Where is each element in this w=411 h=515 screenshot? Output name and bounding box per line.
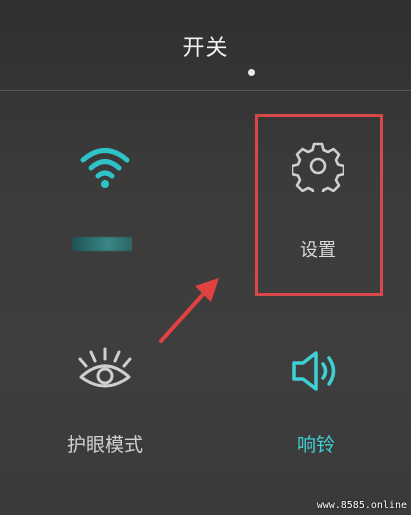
- eye-comfort-label: 护眼模式: [66, 434, 143, 456]
- header-divider: [0, 90, 411, 91]
- eye-comfort-toggle[interactable]: [55, 345, 155, 395]
- pointer-arrow: [155, 272, 225, 351]
- highlight-box: [255, 114, 383, 296]
- speaker-icon: [266, 348, 366, 394]
- wifi-toggle[interactable]: [55, 145, 155, 189]
- page-title[interactable]: 开关: [0, 30, 411, 62]
- sound-label: 响铃: [296, 434, 335, 456]
- eye-icon: [55, 345, 155, 395]
- wifi-icon: [55, 145, 155, 189]
- watermark: www.8585.online: [316, 500, 407, 511]
- wifi-network-name-blurred: [72, 237, 132, 251]
- sound-toggle[interactable]: [266, 348, 366, 394]
- page-indicator-dot: [248, 69, 255, 76]
